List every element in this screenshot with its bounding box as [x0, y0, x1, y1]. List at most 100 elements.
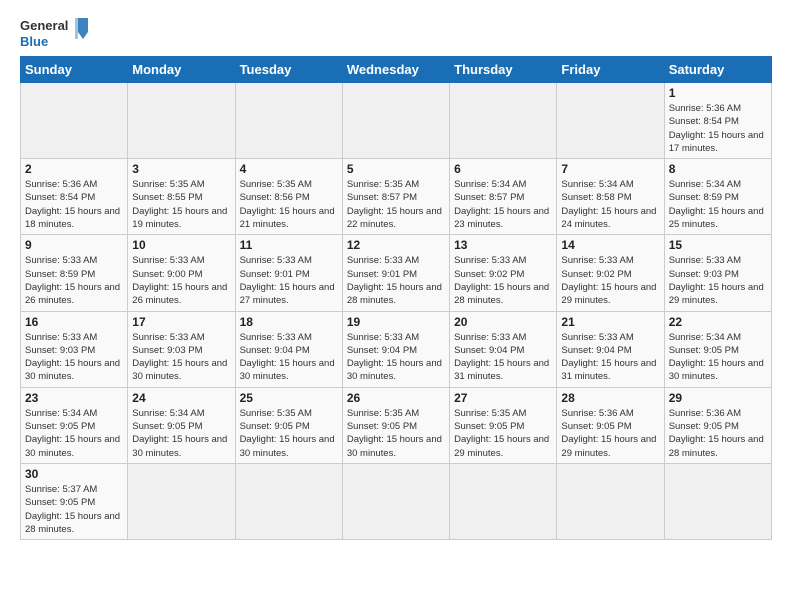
logo: General Blue: [20, 16, 90, 50]
calendar-cell: 10Sunrise: 5:33 AM Sunset: 9:00 PM Dayli…: [128, 235, 235, 311]
day-number: 16: [25, 315, 123, 329]
day-number: 30: [25, 467, 123, 481]
day-info: Sunrise: 5:33 AM Sunset: 9:04 PM Dayligh…: [454, 331, 552, 384]
calendar-cell: [664, 463, 771, 539]
day-info: Sunrise: 5:33 AM Sunset: 9:01 PM Dayligh…: [347, 254, 445, 307]
day-number: 24: [132, 391, 230, 405]
day-info: Sunrise: 5:33 AM Sunset: 9:04 PM Dayligh…: [561, 331, 659, 384]
calendar-cell: 26 Sunrise: 5:35 AM Sunset: 9:05 PM Dayli…: [342, 387, 449, 463]
calendar-cell: 17 Sunrise: 5:33 AM Sunset: 9:03 PM Dayli…: [128, 311, 235, 387]
generalblue-logo-icon: General Blue: [20, 16, 90, 50]
calendar-week-4: 16 Sunrise: 5:33 AM Sunset: 9:03 PM Dayli…: [21, 311, 772, 387]
calendar-cell: 27Sunrise: 5:35 AM Sunset: 9:05 PM Dayli…: [450, 387, 557, 463]
calendar-cell: 9 Sunrise: 5:33 AM Sunset: 8:59 PM Daylig…: [21, 235, 128, 311]
calendar-cell: 15Sunrise: 5:33 AM Sunset: 9:03 PM Dayli…: [664, 235, 771, 311]
day-number: 28: [561, 391, 659, 405]
day-info: Sunrise: 5:33 AM Sunset: 9:01 PM Dayligh…: [240, 254, 338, 307]
calendar-cell: [342, 463, 449, 539]
calendar-cell: 2Sunrise: 5:36 AM Sunset: 8:54 PM Daylig…: [21, 159, 128, 235]
svg-text:Blue: Blue: [20, 34, 48, 49]
day-info: Sunrise: 5:34 AM Sunset: 8:58 PM Dayligh…: [561, 178, 659, 231]
calendar-cell: 5 Sunrise: 5:35 AM Sunset: 8:57 PM Daylig…: [342, 159, 449, 235]
day-info: Sunrise: 5:33 AM Sunset: 9:00 PM Dayligh…: [132, 254, 230, 307]
day-info: Sunrise: 5:34 AM Sunset: 9:05 PM Dayligh…: [669, 331, 767, 384]
calendar-cell: 20 Sunrise: 5:33 AM Sunset: 9:04 PM Dayli…: [450, 311, 557, 387]
day-number: 9: [25, 238, 123, 252]
day-info: Sunrise: 5:33 AM Sunset: 9:04 PM Dayligh…: [347, 331, 445, 384]
day-info: Sunrise: 5:33 AM Sunset: 8:59 PM Dayligh…: [25, 254, 123, 307]
day-info: Sunrise: 5:35 AM Sunset: 8:55 PM Dayligh…: [132, 178, 230, 231]
day-number: 1: [669, 86, 767, 100]
calendar-cell: 7Sunrise: 5:34 AM Sunset: 8:58 PM Daylig…: [557, 159, 664, 235]
calendar-week-6: 30 Sunrise: 5:37 AM Sunset: 9:05 PM Dayli…: [21, 463, 772, 539]
calendar-table: SundayMondayTuesdayWednesdayThursdayFrid…: [20, 56, 772, 540]
day-info: Sunrise: 5:37 AM Sunset: 9:05 PM Dayligh…: [25, 483, 123, 536]
day-info: Sunrise: 5:36 AM Sunset: 8:54 PM Dayligh…: [669, 102, 767, 155]
day-info: Sunrise: 5:36 AM Sunset: 8:54 PM Dayligh…: [25, 178, 123, 231]
day-number: 14: [561, 238, 659, 252]
day-header-thursday: Thursday: [450, 57, 557, 83]
calendar-week-2: 2Sunrise: 5:36 AM Sunset: 8:54 PM Daylig…: [21, 159, 772, 235]
calendar-cell: 19 Sunrise: 5:33 AM Sunset: 9:04 PM Dayli…: [342, 311, 449, 387]
calendar-header-row: SundayMondayTuesdayWednesdayThursdayFrid…: [21, 57, 772, 83]
calendar-cell: [342, 83, 449, 159]
day-number: 3: [132, 162, 230, 176]
day-header-monday: Monday: [128, 57, 235, 83]
day-number: 26: [347, 391, 445, 405]
day-number: 25: [240, 391, 338, 405]
day-info: Sunrise: 5:33 AM Sunset: 9:03 PM Dayligh…: [132, 331, 230, 384]
calendar-week-5: 23 Sunrise: 5:34 AM Sunset: 9:05 PM Dayli…: [21, 387, 772, 463]
calendar-cell: [128, 83, 235, 159]
day-info: Sunrise: 5:34 AM Sunset: 9:05 PM Dayligh…: [132, 407, 230, 460]
day-header-wednesday: Wednesday: [342, 57, 449, 83]
calendar-cell: 28 Sunrise: 5:36 AM Sunset: 9:05 PM Dayli…: [557, 387, 664, 463]
calendar-cell: [557, 83, 664, 159]
calendar-cell: [235, 83, 342, 159]
day-number: 11: [240, 238, 338, 252]
day-number: 23: [25, 391, 123, 405]
day-number: 5: [347, 162, 445, 176]
day-number: 21: [561, 315, 659, 329]
day-header-friday: Friday: [557, 57, 664, 83]
calendar-cell: [557, 463, 664, 539]
calendar-cell: 16 Sunrise: 5:33 AM Sunset: 9:03 PM Dayli…: [21, 311, 128, 387]
calendar-cell: 11 Sunrise: 5:33 AM Sunset: 9:01 PM Dayli…: [235, 235, 342, 311]
day-number: 22: [669, 315, 767, 329]
calendar-cell: 6Sunrise: 5:34 AM Sunset: 8:57 PM Daylig…: [450, 159, 557, 235]
calendar-cell: 22 Sunrise: 5:34 AM Sunset: 9:05 PM Dayli…: [664, 311, 771, 387]
svg-text:General: General: [20, 18, 68, 33]
day-info: Sunrise: 5:35 AM Sunset: 9:05 PM Dayligh…: [454, 407, 552, 460]
day-number: 4: [240, 162, 338, 176]
day-info: Sunrise: 5:35 AM Sunset: 8:56 PM Dayligh…: [240, 178, 338, 231]
calendar-cell: 12Sunrise: 5:33 AM Sunset: 9:01 PM Dayli…: [342, 235, 449, 311]
calendar-cell: 18Sunrise: 5:33 AM Sunset: 9:04 PM Dayli…: [235, 311, 342, 387]
calendar-cell: 23Sunrise: 5:34 AM Sunset: 9:05 PM Dayli…: [21, 387, 128, 463]
day-number: 13: [454, 238, 552, 252]
calendar-cell: [21, 83, 128, 159]
calendar-cell: 1 Sunrise: 5:36 AM Sunset: 8:54 PM Daylig…: [664, 83, 771, 159]
calendar-cell: 4 Sunrise: 5:35 AM Sunset: 8:56 PM Daylig…: [235, 159, 342, 235]
calendar-cell: 14Sunrise: 5:33 AM Sunset: 9:02 PM Dayli…: [557, 235, 664, 311]
calendar-cell: [128, 463, 235, 539]
day-info: Sunrise: 5:36 AM Sunset: 9:05 PM Dayligh…: [561, 407, 659, 460]
day-number: 29: [669, 391, 767, 405]
day-info: Sunrise: 5:33 AM Sunset: 9:03 PM Dayligh…: [25, 331, 123, 384]
calendar-cell: 25 Sunrise: 5:35 AM Sunset: 9:05 PM Dayli…: [235, 387, 342, 463]
calendar-week-1: 1 Sunrise: 5:36 AM Sunset: 8:54 PM Daylig…: [21, 83, 772, 159]
calendar-week-3: 9 Sunrise: 5:33 AM Sunset: 8:59 PM Daylig…: [21, 235, 772, 311]
day-header-sunday: Sunday: [21, 57, 128, 83]
day-info: Sunrise: 5:35 AM Sunset: 9:05 PM Dayligh…: [347, 407, 445, 460]
day-number: 8: [669, 162, 767, 176]
day-info: Sunrise: 5:35 AM Sunset: 8:57 PM Dayligh…: [347, 178, 445, 231]
day-info: Sunrise: 5:34 AM Sunset: 8:59 PM Dayligh…: [669, 178, 767, 231]
calendar-cell: 3 Sunrise: 5:35 AM Sunset: 8:55 PM Daylig…: [128, 159, 235, 235]
day-number: 18: [240, 315, 338, 329]
day-number: 20: [454, 315, 552, 329]
calendar-cell: 29Sunrise: 5:36 AM Sunset: 9:05 PM Dayli…: [664, 387, 771, 463]
day-number: 19: [347, 315, 445, 329]
day-info: Sunrise: 5:33 AM Sunset: 9:02 PM Dayligh…: [454, 254, 552, 307]
day-info: Sunrise: 5:35 AM Sunset: 9:05 PM Dayligh…: [240, 407, 338, 460]
day-info: Sunrise: 5:34 AM Sunset: 8:57 PM Dayligh…: [454, 178, 552, 231]
calendar-cell: 8 Sunrise: 5:34 AM Sunset: 8:59 PM Daylig…: [664, 159, 771, 235]
day-number: 17: [132, 315, 230, 329]
